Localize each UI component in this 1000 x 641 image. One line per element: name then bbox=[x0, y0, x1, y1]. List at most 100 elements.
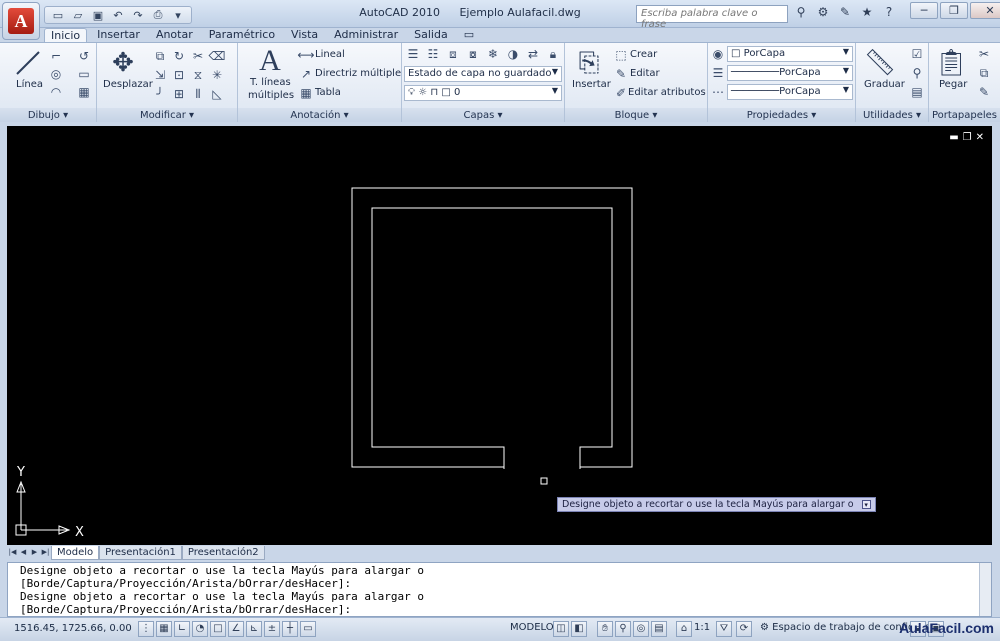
last-tab-icon[interactable]: ▶| bbox=[40, 546, 51, 560]
circle-icon[interactable]: ◎ bbox=[48, 66, 64, 82]
paste-label[interactable]: Pegar bbox=[939, 79, 967, 90]
color-dropdown[interactable]: □ PorCapa ▼ bbox=[727, 46, 853, 62]
minimize-button[interactable]: ─ bbox=[910, 2, 938, 19]
favorites-icon[interactable]: ★ bbox=[858, 5, 876, 23]
layer-isolate-icon[interactable]: ⧈ bbox=[445, 46, 461, 62]
application-menu-button[interactable]: A bbox=[2, 2, 40, 40]
lineweight-icon[interactable]: ☰ bbox=[710, 65, 726, 81]
quick-select-icon[interactable]: ☑ bbox=[909, 46, 925, 62]
print-icon[interactable]: ⎙ bbox=[149, 7, 167, 23]
fillet-icon[interactable]: ╯ bbox=[152, 86, 168, 102]
tooltip-options-icon[interactable]: ▾ bbox=[861, 500, 871, 509]
layer-match-icon[interactable]: ⇄ bbox=[525, 46, 541, 62]
polyline-icon[interactable]: ⌐ bbox=[48, 48, 64, 64]
qat-dropdown-icon[interactable]: ▾ bbox=[169, 7, 187, 23]
quick-view-layouts-icon[interactable]: ◫ bbox=[553, 621, 569, 637]
rotate-arrow-icon[interactable]: ↺ bbox=[76, 48, 92, 64]
copy-icon[interactable]: ⧉ bbox=[152, 48, 168, 64]
linetype-icon[interactable]: ⋯ bbox=[710, 84, 726, 100]
dyn-icon[interactable]: ± bbox=[264, 621, 280, 637]
edit-attributes-icon[interactable]: ✐ bbox=[613, 85, 629, 101]
tab-inicio[interactable]: Inicio bbox=[44, 28, 88, 43]
hatch-icon[interactable]: ▦ bbox=[76, 84, 92, 100]
layer-properties-icon[interactable]: ☰ bbox=[405, 46, 421, 62]
grid-icon[interactable]: ▦ bbox=[156, 621, 172, 637]
prev-tab-icon[interactable]: ◀ bbox=[18, 546, 29, 560]
polar-icon[interactable]: ◔ bbox=[192, 621, 208, 637]
insert-block-icon[interactable]: ⎘ bbox=[573, 47, 605, 79]
paste-icon[interactable]: 📋︎ bbox=[935, 47, 968, 79]
panel-title-dibujo[interactable]: Dibujo ▾ bbox=[0, 108, 96, 123]
panel-title-bloque[interactable]: Bloque ▾ bbox=[565, 108, 707, 123]
stretch-icon[interactable]: ⇲ bbox=[152, 67, 168, 83]
move-icon[interactable]: ✥ bbox=[107, 47, 139, 79]
layout-tab-presentacion2[interactable]: Presentación2 bbox=[181, 546, 265, 560]
panel-title-portapapeles[interactable]: Portapapeles bbox=[929, 108, 1000, 123]
mirror-icon[interactable]: ⧖ bbox=[190, 67, 206, 83]
steering-wheel-icon[interactable]: ◎ bbox=[633, 621, 649, 637]
layer-lock-icon[interactable]: 🔒︎ bbox=[545, 46, 561, 62]
edit-block-icon[interactable]: ✎ bbox=[613, 66, 629, 82]
command-scrollbar[interactable] bbox=[979, 563, 991, 616]
linetype-dropdown[interactable]: ────────PorCapa ▼ bbox=[727, 65, 853, 81]
offset-icon[interactable]: ⫴ bbox=[190, 86, 206, 102]
insert-label[interactable]: Insertar bbox=[572, 79, 611, 90]
redo-icon[interactable]: ↷ bbox=[129, 7, 147, 23]
osnap-icon[interactable]: □ bbox=[210, 621, 226, 637]
rotate-icon[interactable]: ↻ bbox=[171, 48, 187, 64]
subscription-icon[interactable]: ⚙ bbox=[814, 5, 832, 23]
panel-title-utilidades[interactable]: Utilidades ▾ bbox=[856, 108, 928, 123]
find-icon[interactable]: ⚲ bbox=[909, 65, 925, 81]
color-wheel-icon[interactable]: ◉ bbox=[710, 46, 726, 62]
save-icon[interactable]: ▣ bbox=[89, 7, 107, 23]
layer-unisolate-icon[interactable]: ⧇ bbox=[465, 46, 481, 62]
calculator-icon[interactable]: ▤ bbox=[909, 84, 925, 100]
maximize-button[interactable]: ❐ bbox=[940, 2, 968, 19]
first-tab-icon[interactable]: |◀ bbox=[7, 546, 18, 560]
auto-scale-icon[interactable]: ⟳ bbox=[736, 621, 752, 637]
move-button-label[interactable]: Desplazar bbox=[103, 79, 153, 90]
measure-icon[interactable]: 📏︎ bbox=[864, 47, 897, 79]
match-properties-icon[interactable]: ✎ bbox=[976, 84, 992, 100]
panel-title-capas[interactable]: Capas ▾ bbox=[402, 108, 564, 123]
snap-mode-icon[interactable]: ⋮ bbox=[138, 621, 154, 637]
linear-label[interactable]: Lineal bbox=[315, 49, 345, 60]
arc-icon[interactable]: ◠ bbox=[48, 84, 64, 100]
line-icon[interactable] bbox=[12, 47, 44, 79]
tab-anotar[interactable]: Anotar bbox=[150, 28, 199, 43]
binoculars-icon[interactable]: ⚲ bbox=[792, 5, 810, 23]
quick-properties-icon[interactable]: ▭ bbox=[300, 621, 316, 637]
next-tab-icon[interactable]: ▶ bbox=[29, 546, 40, 560]
pan-icon[interactable]: ✋︎ bbox=[597, 621, 613, 637]
erase-icon[interactable]: ⌫ bbox=[209, 48, 226, 64]
lineweight-dropdown[interactable]: ────────PorCapa ▼ bbox=[727, 84, 853, 100]
measure-label[interactable]: Graduar bbox=[864, 79, 905, 90]
coordinates-readout[interactable]: 1516.45, 1725.66, 0.00 bbox=[14, 623, 132, 634]
new-file-icon[interactable]: ▭ bbox=[49, 7, 67, 23]
otrack-icon[interactable]: ∠ bbox=[228, 621, 244, 637]
panel-title-propiedades[interactable]: Propiedades ▾ bbox=[708, 108, 855, 123]
layout-tab-presentacion1[interactable]: Presentación1 bbox=[99, 546, 182, 560]
multiline-text-icon[interactable]: A bbox=[254, 44, 286, 77]
chamfer-icon[interactable]: ◺ bbox=[209, 86, 225, 102]
line-button-label[interactable]: Línea bbox=[16, 79, 43, 90]
model-space-toggle[interactable]: MODELO bbox=[510, 622, 554, 633]
help-icon[interactable]: ? bbox=[880, 5, 898, 23]
scale-icon[interactable]: ⊡ bbox=[171, 67, 187, 83]
ortho-icon[interactable]: ∟ bbox=[174, 621, 190, 637]
layer-state-icon[interactable]: ☷ bbox=[425, 46, 441, 62]
communication-icon[interactable]: ✎ bbox=[836, 5, 854, 23]
layer-off-icon[interactable]: ◑ bbox=[505, 46, 521, 62]
table-icon[interactable]: ▦ bbox=[298, 85, 314, 101]
multileader-label[interactable]: Directriz múltiple bbox=[315, 68, 401, 79]
zoom-icon[interactable]: ⚲ bbox=[615, 621, 631, 637]
layout-tab-modelo[interactable]: Modelo bbox=[51, 546, 100, 560]
edit-label[interactable]: Editar bbox=[630, 68, 660, 79]
tab-insertar[interactable]: Insertar bbox=[91, 28, 146, 43]
current-layer-dropdown[interactable]: 💡︎ ☼ ⊓ □ 0 ▼ bbox=[404, 85, 562, 101]
linear-dimension-icon[interactable]: ⟷ bbox=[297, 47, 314, 63]
annotation-visibility-icon[interactable]: ⛛ bbox=[716, 621, 732, 637]
close-button[interactable]: ✕ bbox=[970, 2, 1000, 19]
mtext-label-1[interactable]: T. líneas bbox=[250, 77, 291, 88]
explode-icon[interactable]: ✳ bbox=[209, 67, 225, 83]
